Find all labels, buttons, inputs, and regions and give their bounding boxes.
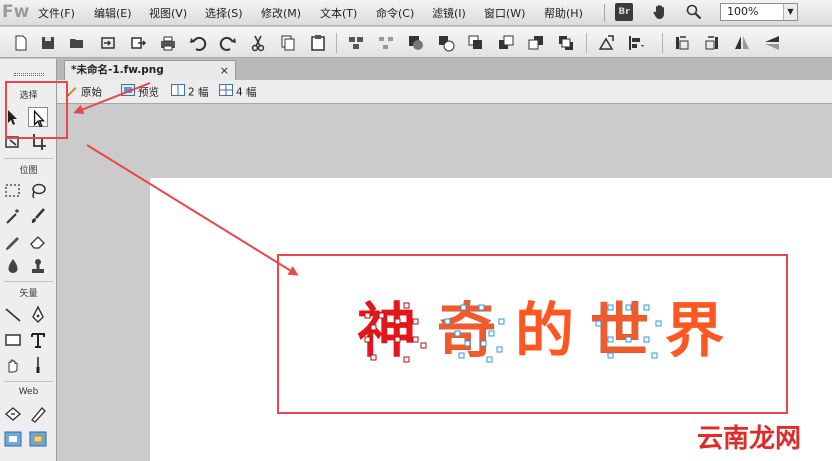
bring-front-icon[interactable] bbox=[466, 33, 486, 53]
view-mode-bar: 原始 预览 2 幅 4 幅 bbox=[57, 80, 832, 104]
rotate-icon[interactable] bbox=[596, 33, 616, 53]
rubber-stamp-tool-icon[interactable] bbox=[28, 256, 48, 276]
app-logo: Fw bbox=[2, 2, 30, 22]
tab-preview-label: 预览 bbox=[138, 86, 159, 99]
tools-section-vector: 矢量 bbox=[19, 289, 38, 299]
hide-slices-icon[interactable] bbox=[3, 429, 23, 449]
toolbar-separator bbox=[586, 33, 587, 53]
join-icon[interactable] bbox=[406, 33, 426, 53]
menu-modify[interactable]: 修改(M) bbox=[261, 5, 301, 21]
tab-2up-label: 2 幅 bbox=[188, 86, 209, 99]
undo-icon[interactable] bbox=[188, 33, 208, 53]
watermark: 云南龙网 bbox=[697, 424, 802, 454]
magic-wand-tool-icon[interactable] bbox=[3, 206, 23, 226]
document-tab[interactable]: *未命名-1.fw.png × bbox=[64, 60, 236, 80]
tab-original[interactable]: 原始 bbox=[66, 84, 102, 100]
bring-forward-icon[interactable] bbox=[496, 33, 516, 53]
menu-view[interactable]: 视图(V) bbox=[149, 5, 187, 21]
align-icon[interactable] bbox=[626, 33, 646, 53]
tools-section-bitmap: 位图 bbox=[19, 166, 38, 176]
copy-icon[interactable] bbox=[278, 33, 298, 53]
group-icon[interactable] bbox=[346, 33, 366, 53]
tools-divider bbox=[4, 381, 53, 382]
hotspot-tool-icon[interactable] bbox=[3, 404, 23, 424]
document-tab-title: *未命名-1.fw.png bbox=[71, 64, 164, 76]
zoom-tool-icon[interactable] bbox=[684, 3, 704, 23]
zoom-select[interactable]: 100% ▼ bbox=[720, 3, 798, 21]
knife-tool-icon[interactable] bbox=[28, 355, 48, 375]
menu-text[interactable]: 文本(T) bbox=[320, 5, 357, 21]
zoom-value: 100% bbox=[727, 5, 759, 18]
menu-separator bbox=[604, 4, 605, 22]
bridge-button[interactable]: Br bbox=[615, 3, 633, 21]
rotate-cw-icon[interactable] bbox=[702, 33, 722, 53]
close-icon[interactable]: × bbox=[220, 61, 229, 80]
pencil-tool-icon[interactable] bbox=[3, 231, 23, 251]
redo-icon[interactable] bbox=[218, 33, 238, 53]
preview-icon bbox=[121, 84, 135, 101]
lasso-tool-icon[interactable] bbox=[28, 181, 48, 201]
ungroup-icon[interactable] bbox=[376, 33, 396, 53]
tab-2up[interactable]: 2 幅 bbox=[171, 84, 209, 100]
marquee-tool-icon[interactable] bbox=[3, 181, 23, 201]
panel-grip[interactable] bbox=[14, 73, 44, 76]
tools-divider bbox=[4, 158, 53, 159]
export-icon[interactable] bbox=[128, 33, 148, 53]
tab-original-label: 原始 bbox=[81, 86, 102, 99]
brush-tool-icon[interactable] bbox=[28, 206, 48, 226]
send-back-icon[interactable] bbox=[556, 33, 576, 53]
open-icon[interactable] bbox=[67, 33, 87, 53]
two-up-icon bbox=[171, 84, 185, 101]
pen-tool-icon[interactable] bbox=[28, 305, 48, 325]
blur-tool-icon[interactable] bbox=[3, 256, 23, 276]
new-icon[interactable] bbox=[11, 33, 31, 53]
eraser-tool-icon[interactable] bbox=[28, 231, 48, 251]
flip-horizontal-icon[interactable] bbox=[732, 33, 752, 53]
menu-edit[interactable]: 编辑(E) bbox=[94, 5, 132, 21]
menu-bar: Fw 文件(F) 编辑(E) 视图(V) 选择(S) 修改(M) 文本(T) 命… bbox=[0, 0, 832, 26]
slice-tool-icon[interactable] bbox=[28, 404, 48, 424]
tools-section-web: Web bbox=[18, 387, 39, 397]
main-toolbar bbox=[0, 27, 832, 58]
document-tab-bar: *未命名-1.fw.png × bbox=[57, 58, 832, 80]
line-tool-icon[interactable] bbox=[3, 305, 23, 325]
save-icon[interactable] bbox=[38, 33, 58, 53]
menu-filters[interactable]: 滤镜(I) bbox=[432, 5, 466, 21]
chevron-down-icon: ▼ bbox=[783, 4, 797, 20]
four-up-icon bbox=[219, 84, 233, 101]
toolbar-separator bbox=[662, 33, 663, 53]
tools-divider bbox=[4, 281, 53, 282]
show-slices-icon[interactable] bbox=[28, 429, 48, 449]
send-backward-icon[interactable] bbox=[526, 33, 546, 53]
tab-preview[interactable]: 预览 bbox=[121, 84, 159, 100]
menu-window[interactable]: 窗口(W) bbox=[484, 5, 525, 21]
highlight-box-text bbox=[277, 254, 788, 414]
rotate-ccw-icon[interactable] bbox=[672, 33, 692, 53]
freeform-tool-icon[interactable] bbox=[3, 355, 23, 375]
menu-select[interactable]: 选择(S) bbox=[205, 5, 243, 21]
tab-4up-label: 4 幅 bbox=[236, 86, 257, 99]
cut-icon[interactable] bbox=[248, 33, 268, 53]
print-icon[interactable] bbox=[158, 33, 178, 53]
highlight-box-tool bbox=[5, 81, 68, 139]
rectangle-tool-icon[interactable] bbox=[3, 330, 23, 350]
import-icon[interactable] bbox=[98, 33, 118, 53]
hand-tool-icon[interactable] bbox=[650, 3, 670, 23]
split-icon[interactable] bbox=[436, 33, 456, 53]
toolbar-separator bbox=[336, 33, 337, 53]
paste-icon[interactable] bbox=[308, 33, 328, 53]
menu-help[interactable]: 帮助(H) bbox=[544, 5, 583, 21]
tab-4up[interactable]: 4 幅 bbox=[219, 84, 257, 100]
menu-commands[interactable]: 命令(C) bbox=[376, 5, 414, 21]
text-tool-icon[interactable] bbox=[28, 330, 48, 350]
menu-file[interactable]: 文件(F) bbox=[38, 5, 75, 21]
flip-vertical-icon[interactable] bbox=[762, 33, 782, 53]
